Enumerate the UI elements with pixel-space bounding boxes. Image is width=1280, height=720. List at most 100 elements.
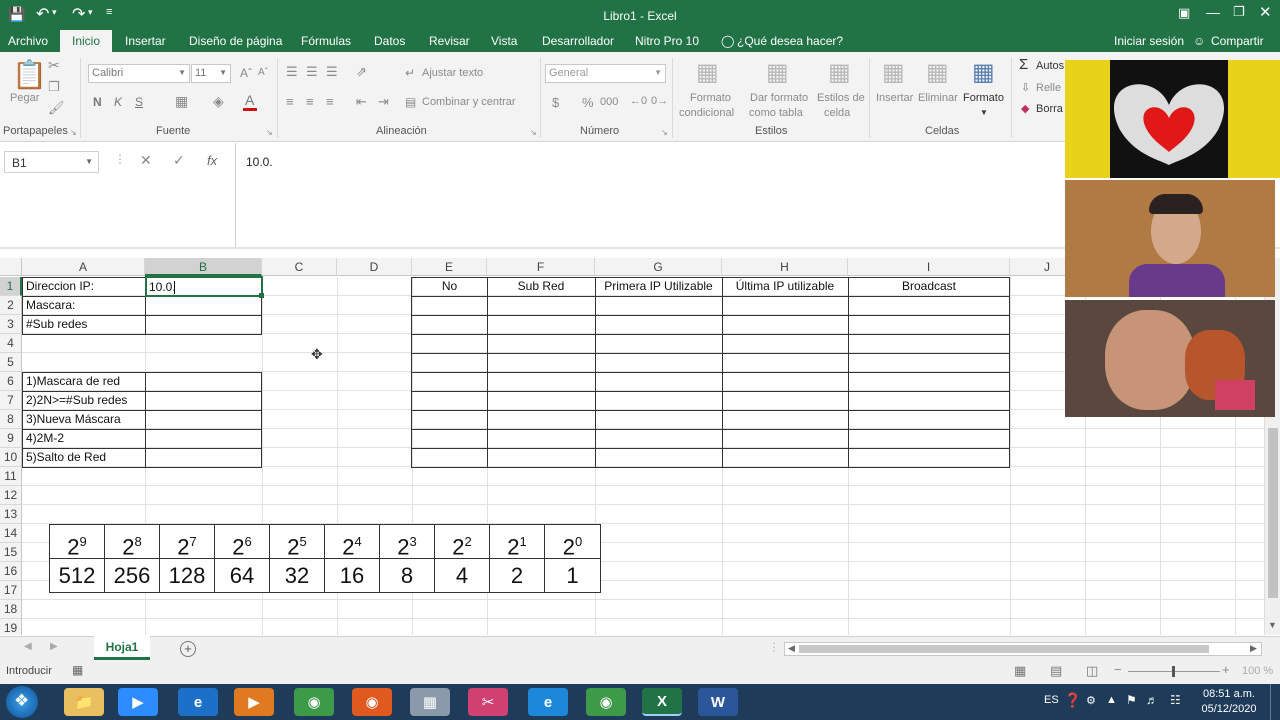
font-launcher-icon[interactable]: ↘ bbox=[266, 128, 273, 137]
power-cell[interactable]: 23 bbox=[380, 525, 435, 559]
merge-center-button[interactable]: Combinar y centrar bbox=[422, 96, 516, 108]
power-value-cell[interactable]: 512 bbox=[50, 559, 105, 593]
wrap-text-icon[interactable]: ↵ bbox=[405, 66, 415, 80]
sheet-tab-hoja1[interactable]: Hoja1 bbox=[94, 636, 150, 660]
zoom-app-icon[interactable]: ▶ bbox=[118, 688, 158, 716]
scroll-right-icon[interactable]: ▶ bbox=[1250, 643, 1257, 654]
align-middle-icon[interactable]: ☰ bbox=[306, 64, 318, 80]
cell-styles-label-1[interactable]: Estilos de bbox=[817, 92, 865, 104]
clipboard-launcher-icon[interactable]: ↘ bbox=[70, 128, 77, 137]
power-cell[interactable]: 22 bbox=[435, 525, 490, 559]
font-name-select[interactable]: Calibri ▼ bbox=[88, 64, 190, 83]
paste-button[interactable]: Pegar bbox=[10, 92, 39, 104]
snipping-tool-icon[interactable]: ✂ bbox=[468, 688, 508, 716]
underline-button[interactable]: S bbox=[135, 95, 143, 109]
power-value-cell[interactable]: 128 bbox=[160, 559, 215, 593]
power-value-cell[interactable]: 32 bbox=[270, 559, 325, 593]
percent-button[interactable]: % bbox=[582, 95, 594, 110]
format-table-label-2[interactable]: como tabla bbox=[749, 107, 803, 119]
vertical-scroll-thumb[interactable] bbox=[1268, 428, 1278, 598]
fill-handle[interactable] bbox=[259, 293, 264, 298]
power-value-cell[interactable]: 1 bbox=[545, 559, 600, 593]
action-center-icon[interactable]: ⚑ bbox=[1126, 693, 1137, 707]
power-cell[interactable]: 21 bbox=[490, 525, 545, 559]
cancel-icon[interactable]: ✕ bbox=[140, 152, 152, 169]
format-table-icon[interactable]: ▦ bbox=[766, 58, 789, 87]
delete-cells-button[interactable]: Eliminar bbox=[918, 92, 958, 104]
cell-a6[interactable]: 1)Mascara de red bbox=[26, 372, 120, 390]
minimize-icon[interactable]: — bbox=[1206, 4, 1220, 20]
clear-icon[interactable]: ◆ bbox=[1021, 102, 1029, 115]
cell-a1[interactable]: Direccion IP: bbox=[26, 277, 94, 295]
volume-icon[interactable]: ♬ bbox=[1146, 693, 1158, 707]
power-value-cell[interactable]: 4 bbox=[435, 559, 490, 593]
power-cell[interactable]: 20 bbox=[545, 525, 600, 559]
increase-decimal-icon[interactable]: ←0 bbox=[630, 95, 647, 107]
merge-center-icon[interactable]: ▤ bbox=[405, 95, 416, 109]
chrome-icon[interactable]: ◉ bbox=[294, 688, 334, 716]
macro-record-icon[interactable]: ▦ bbox=[72, 663, 83, 677]
file-explorer-icon[interactable]: 📁 bbox=[64, 688, 104, 716]
page-layout-view-icon[interactable]: ▤ bbox=[1050, 663, 1062, 679]
power-value-cell[interactable]: 2 bbox=[490, 559, 545, 593]
power-value-cell[interactable]: 16 bbox=[325, 559, 380, 593]
power-value-cell[interactable]: 256 bbox=[105, 559, 160, 593]
power-cell[interactable]: 27 bbox=[160, 525, 215, 559]
cell-a9[interactable]: 4)2M-2 bbox=[26, 429, 64, 447]
start-button[interactable]: ❖ bbox=[6, 686, 38, 718]
cut-icon[interactable]: ✂ bbox=[48, 57, 60, 74]
align-left-icon[interactable]: ≡ bbox=[286, 94, 294, 109]
chrome-2-icon[interactable]: ◉ bbox=[586, 688, 626, 716]
scroll-down-icon[interactable]: ▼ bbox=[1268, 620, 1277, 630]
ribbon-display-icon[interactable]: ▣ bbox=[1178, 5, 1190, 21]
power-cell[interactable]: 29 bbox=[50, 525, 105, 559]
power-cell[interactable]: 25 bbox=[270, 525, 325, 559]
horizontal-scrollbar[interactable]: ◀ ▶ bbox=[784, 642, 1262, 656]
tab-formulas[interactable]: Fórmulas bbox=[301, 34, 351, 48]
align-bottom-icon[interactable]: ☰ bbox=[326, 64, 338, 80]
edge-icon[interactable]: e bbox=[178, 688, 218, 716]
tab-page-layout[interactable]: Diseño de página bbox=[189, 34, 282, 48]
show-desktop-button[interactable] bbox=[1270, 684, 1280, 720]
font-color-icon[interactable]: A bbox=[245, 92, 254, 108]
decrease-indent-icon[interactable]: ⇤ bbox=[356, 94, 367, 110]
restore-icon[interactable]: ❐ bbox=[1233, 4, 1245, 20]
grow-font-icon[interactable]: Aˆ bbox=[240, 66, 252, 80]
alignment-launcher-icon[interactable]: ↘ bbox=[530, 128, 537, 137]
insert-cells-icon[interactable]: ▦ bbox=[882, 58, 905, 87]
borders-icon[interactable]: ▦ bbox=[175, 93, 188, 110]
show-hidden-icons-icon[interactable]: ▲ bbox=[1106, 694, 1117, 706]
tab-review[interactable]: Revisar bbox=[429, 34, 470, 48]
customize-qat-icon[interactable]: ≡ bbox=[106, 6, 112, 18]
insert-cells-button[interactable]: Insertar bbox=[876, 92, 913, 104]
undo-icon[interactable]: ↶ bbox=[36, 4, 49, 24]
cell-a3[interactable]: #Sub redes bbox=[26, 315, 87, 333]
format-table-label-1[interactable]: Dar formato bbox=[750, 92, 808, 104]
name-box[interactable]: B1 ▼ bbox=[4, 151, 99, 173]
format-cells-icon[interactable]: ▦ bbox=[972, 58, 995, 87]
italic-button[interactable]: K bbox=[114, 95, 122, 109]
conditional-format-label-1[interactable]: Formato bbox=[690, 92, 731, 104]
tab-home[interactable]: Inicio bbox=[60, 30, 113, 52]
power-cell[interactable]: 24 bbox=[325, 525, 380, 559]
cell-a2[interactable]: Mascara: bbox=[26, 296, 75, 314]
firefox-icon[interactable]: ◉ bbox=[352, 688, 392, 716]
active-cell-b1[interactable]: 10.0. bbox=[145, 276, 263, 297]
align-top-icon[interactable]: ☰ bbox=[286, 64, 298, 80]
conditional-format-label-2[interactable]: condicional bbox=[679, 107, 734, 119]
copy-icon[interactable]: ❐ bbox=[48, 79, 60, 95]
power-value-cell[interactable]: 64 bbox=[215, 559, 270, 593]
cell-styles-icon[interactable]: ▦ bbox=[828, 58, 851, 87]
tab-nitro[interactable]: Nitro Pro 10 bbox=[635, 34, 699, 48]
currency-button[interactable]: $ bbox=[552, 95, 559, 110]
thousands-button[interactable]: 000 bbox=[600, 96, 618, 108]
word-icon[interactable]: W bbox=[698, 688, 738, 716]
number-launcher-icon[interactable]: ↘ bbox=[661, 128, 668, 137]
scroll-left-icon[interactable]: ◀ bbox=[788, 643, 795, 654]
enter-icon[interactable]: ✓ bbox=[173, 152, 185, 169]
excel-icon[interactable]: X bbox=[642, 688, 682, 716]
decrease-decimal-icon[interactable]: 0→ bbox=[651, 95, 668, 107]
cell-g1[interactable]: Primera IP Utilizable bbox=[595, 277, 722, 295]
bold-button[interactable]: N bbox=[93, 95, 102, 109]
power-cell[interactable]: 28 bbox=[105, 525, 160, 559]
